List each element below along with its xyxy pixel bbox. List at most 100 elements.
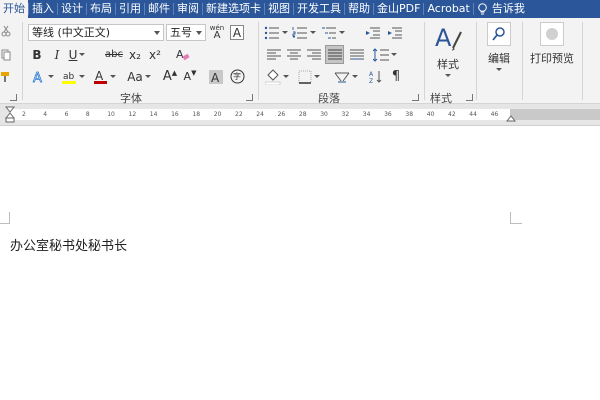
superscript-label: x² xyxy=(149,47,161,62)
font-launcher-icon[interactable] xyxy=(246,94,253,101)
grow-font-button[interactable]: A ▲ xyxy=(162,68,178,85)
chevron-down-icon[interactable] xyxy=(391,53,397,56)
bullets-button[interactable] xyxy=(264,24,288,41)
font-name-value: 等线 (中文正文) xyxy=(32,26,111,39)
tab-4[interactable]: 引用 xyxy=(116,0,144,18)
strikethrough-button[interactable]: abc xyxy=(104,46,124,63)
chevron-down-icon[interactable] xyxy=(196,31,202,35)
tab-12[interactable]: Acrobat xyxy=(424,0,472,18)
document-text[interactable]: 办公室秘书处秘书长 xyxy=(10,235,127,254)
editing-button[interactable]: 编辑 xyxy=(482,22,516,71)
underline-button[interactable]: U xyxy=(68,46,86,63)
document-page[interactable]: 办公室秘书处秘书长 xyxy=(0,127,600,400)
clear-formatting-button[interactable]: A xyxy=(174,46,192,63)
line-spacing-button[interactable] xyxy=(372,46,398,63)
print-preview-button[interactable]: 打印预览 xyxy=(526,22,578,66)
asian-layout-button[interactable] xyxy=(332,68,360,85)
tab-10[interactable]: 帮助 xyxy=(345,0,373,18)
chevron-down-icon[interactable] xyxy=(496,68,502,71)
chevron-down-icon[interactable] xyxy=(48,75,54,78)
copy-icon[interactable] xyxy=(0,46,12,63)
character-shading-button[interactable]: A xyxy=(208,68,224,85)
chevron-down-icon[interactable] xyxy=(352,75,358,78)
tell-me-label: 告诉我 xyxy=(491,2,525,15)
tab-9[interactable]: 开发工具 xyxy=(294,0,344,18)
styles-launcher-icon[interactable] xyxy=(466,94,473,101)
enclose-characters-button[interactable]: 字 xyxy=(228,68,246,85)
cut-icon[interactable] xyxy=(0,22,12,39)
increase-indent-button[interactable] xyxy=(386,24,404,41)
shrink-font-button[interactable]: A ▼ xyxy=(182,68,198,85)
ruler-tick-label: 40 xyxy=(426,111,435,118)
phonetic-guide-char: A xyxy=(213,29,221,41)
chevron-down-icon[interactable] xyxy=(79,75,85,78)
tab-0[interactable]: 开始 xyxy=(0,0,28,18)
font-size-combo[interactable]: 五号 xyxy=(166,24,206,41)
right-indent-icon[interactable] xyxy=(506,114,516,122)
subscript-button[interactable]: x₂ xyxy=(128,46,142,63)
format-painter-icon[interactable] xyxy=(0,68,12,85)
font-name-combo[interactable]: 等线 (中文正文) xyxy=(28,24,164,41)
text-effects-button[interactable]: A xyxy=(30,68,56,85)
font-color-button[interactable]: A xyxy=(92,68,118,85)
chevron-down-icon[interactable] xyxy=(154,31,160,35)
text-effects-icon: A xyxy=(33,70,43,83)
styles-button[interactable]: A 样式 xyxy=(432,22,464,77)
chevron-down-icon[interactable] xyxy=(339,31,345,34)
line-spacing-icon xyxy=(373,47,389,62)
ruler-tick-label: 18 xyxy=(192,111,201,118)
tab-1[interactable]: 插入 xyxy=(29,0,57,18)
italic-button[interactable]: I xyxy=(50,46,64,63)
separator xyxy=(522,22,523,100)
bold-button[interactable]: B xyxy=(30,46,44,63)
tab-5[interactable]: 邮件 xyxy=(145,0,173,18)
ruler-tick-label: 6 xyxy=(64,111,69,118)
chevron-down-icon[interactable] xyxy=(144,75,151,78)
tab-7[interactable]: 新建选项卡 xyxy=(203,0,264,18)
pilcrow-icon: ¶ xyxy=(391,69,401,84)
tab-11[interactable]: 金山PDF xyxy=(374,0,423,18)
ruler-margin xyxy=(510,109,600,120)
change-case-button[interactable]: Aa xyxy=(126,68,152,85)
align-center-button[interactable] xyxy=(286,46,302,63)
character-border-button[interactable]: A xyxy=(230,25,244,40)
tab-8[interactable]: 视图 xyxy=(265,0,293,18)
clipboard-launcher-icon[interactable] xyxy=(10,94,17,101)
decrease-indent-button[interactable] xyxy=(364,24,382,41)
ruler-tick-label: 22 xyxy=(235,111,243,118)
chevron-down-icon[interactable] xyxy=(79,53,86,56)
align-right-button[interactable] xyxy=(306,46,322,63)
ruler-tick-label: 10 xyxy=(107,111,115,118)
borders-button[interactable] xyxy=(296,68,322,85)
tab-3[interactable]: 布局 xyxy=(87,0,115,18)
first-line-indent-icon[interactable] xyxy=(5,106,15,124)
show-formatting-button[interactable]: ¶ xyxy=(388,68,404,85)
sort-button[interactable]: AZ xyxy=(368,68,384,85)
chevron-down-icon[interactable] xyxy=(110,75,116,78)
phonetic-guide-button[interactable]: wén A xyxy=(208,23,226,41)
chevron-down-icon[interactable] xyxy=(445,74,451,77)
superscript-button[interactable]: x² xyxy=(148,46,162,63)
tell-me-box[interactable]: 告诉我 xyxy=(474,0,528,18)
shading-button[interactable] xyxy=(264,68,290,85)
shrink-font-label: A xyxy=(183,70,192,83)
highlight-color-button[interactable]: ab xyxy=(60,68,86,85)
justify-button[interactable] xyxy=(325,45,344,64)
align-center-icon xyxy=(287,49,301,59)
multilevel-list-button[interactable] xyxy=(320,24,346,41)
ruler-tick-label: 12 xyxy=(128,111,137,118)
horizontal-ruler[interactable]: 2 4 6 8 10 12 14 16 18 20 22 24 26 28 30 32 34 36 38 40 42 44… xyxy=(0,104,600,126)
distributed-button[interactable] xyxy=(348,46,366,63)
paragraph-launcher-icon[interactable] xyxy=(412,94,419,101)
tab-6[interactable]: 审阅 xyxy=(174,0,202,18)
separator xyxy=(476,22,477,100)
tab-2[interactable]: 设计 xyxy=(58,0,86,18)
chevron-down-icon[interactable] xyxy=(282,31,288,34)
align-left-button[interactable] xyxy=(266,46,282,63)
chevron-down-icon[interactable] xyxy=(283,75,289,78)
chevron-down-icon[interactable] xyxy=(314,75,320,78)
chevron-down-icon[interactable] xyxy=(310,31,316,34)
ruler-tick-label: 42 xyxy=(448,111,456,118)
numbering-button[interactable] xyxy=(292,24,316,41)
separator xyxy=(22,22,23,100)
